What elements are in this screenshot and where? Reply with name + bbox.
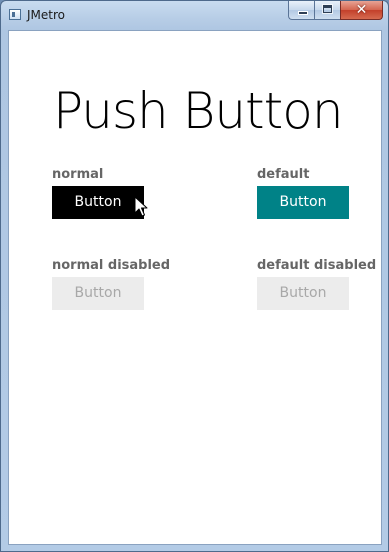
minimize-icon — [298, 11, 308, 15]
title-bar[interactable]: JMetro ✕ — [1, 1, 388, 31]
default-disabled-button: Button — [257, 277, 349, 310]
label-default-disabled: default disabled — [257, 258, 377, 273]
maximize-icon — [322, 4, 333, 14]
label-default: default — [257, 167, 310, 182]
default-button[interactable]: Button — [257, 186, 349, 219]
client-area: Push Button normal Button default Button… — [8, 30, 382, 545]
mouse-pointer-icon — [134, 196, 148, 217]
close-button[interactable]: ✕ — [340, 1, 383, 20]
window-title: JMetro — [27, 8, 65, 22]
label-normal-disabled: normal disabled — [52, 258, 171, 273]
window-app-icon[interactable] — [9, 9, 21, 20]
normal-button[interactable]: Button — [52, 186, 144, 219]
page-title: Push Button — [53, 82, 344, 140]
app-window: JMetro ✕ Push Button normal Button defau… — [0, 0, 389, 552]
label-normal: normal — [52, 167, 104, 182]
window-controls: ✕ — [288, 1, 383, 21]
close-icon: ✕ — [355, 2, 368, 18]
maximize-button[interactable] — [314, 1, 340, 20]
minimize-button[interactable] — [288, 1, 314, 20]
normal-disabled-button: Button — [52, 277, 144, 310]
